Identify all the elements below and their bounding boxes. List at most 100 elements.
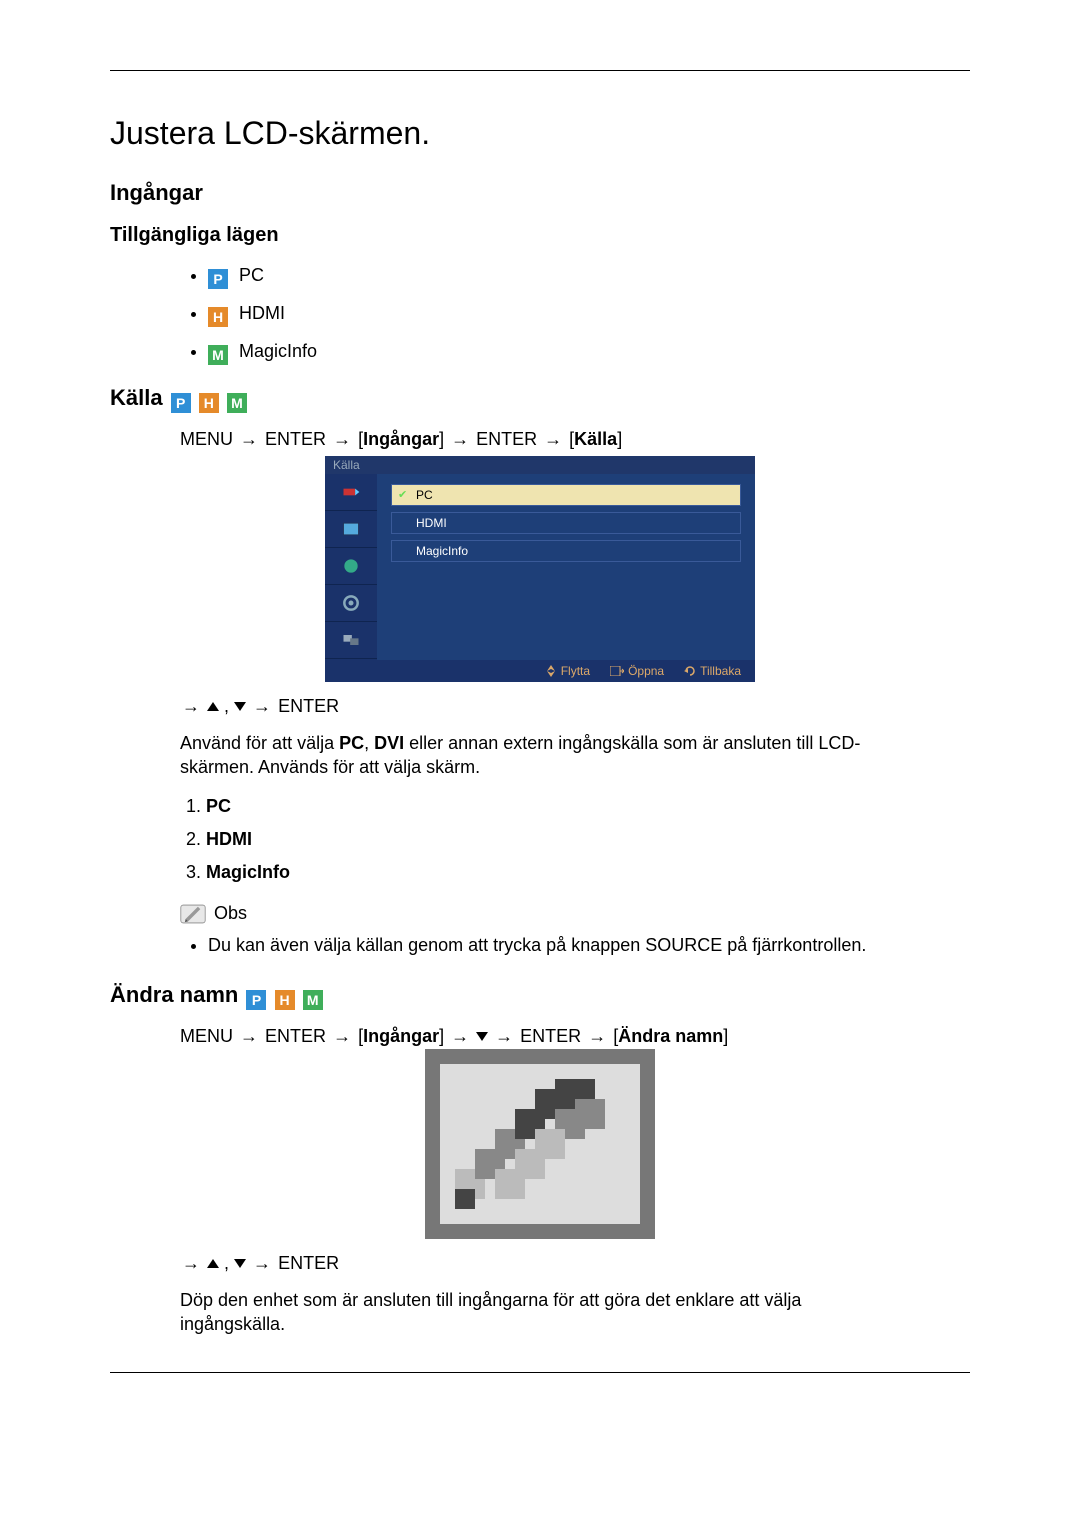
osd-foot-move-label: Flytta (561, 664, 590, 678)
m-icon: M (227, 393, 247, 413)
mode-hdmi: H HDMI (208, 303, 970, 327)
arrow-icon: → (449, 429, 471, 450)
triangle-up-icon (207, 702, 219, 711)
list-item: HDMI (206, 829, 970, 850)
osd-body: ✔ PC HDMI MagicInfo (325, 474, 755, 660)
check-icon: ✔ (398, 488, 407, 501)
h-icon: H (275, 990, 295, 1010)
source-description: Använd för att välja PC, DVI eller annan… (180, 731, 900, 780)
triangle-down-icon (234, 1259, 246, 1268)
arrow-icon: → (180, 696, 202, 717)
path-andra: Ändra namn (618, 1026, 723, 1046)
note-heading: Obs (180, 901, 970, 927)
osd-foot-open: Öppna (610, 664, 664, 678)
arrow-icon: → (251, 1253, 273, 1274)
mode-list: P PC H HDMI M MagicInfo (110, 265, 970, 365)
note-list: Du kan även välja källan genom att tryck… (110, 935, 970, 956)
option-hdmi: HDMI (206, 829, 252, 849)
triangle-down-icon (234, 702, 246, 711)
arrow-icon: → (542, 429, 564, 450)
osd-row-hdmi: HDMI (391, 512, 741, 534)
path-kalla: Källa (574, 429, 617, 449)
nav-enter: ENTER (278, 1253, 339, 1273)
menu-path-1: MENU → ENTER → [Ingångar] → ENTER → [Käl… (180, 429, 970, 450)
document-page: Justera LCD-skärmen. Ingångar Tillgängli… (0, 0, 1080, 1527)
mode-hdmi-label: HDMI (239, 303, 285, 323)
option-magicinfo: MagicInfo (206, 862, 290, 882)
osd-footer: Flytta Öppna Tillbaka (325, 660, 755, 682)
osd-main-area: ✔ PC HDMI MagicInfo (377, 474, 755, 660)
p-icon: P (171, 393, 191, 413)
osd-title: Källa (325, 456, 755, 474)
osd-row-magicinfo-label: MagicInfo (416, 544, 468, 558)
arrow-icon: → (238, 429, 260, 450)
osd-tab-setup-icon (325, 585, 377, 622)
txt-dvi: DVI (374, 733, 404, 753)
nav-enter: ENTER (278, 696, 339, 716)
osd-panel: Källa (325, 456, 755, 682)
osd-row-pc: ✔ PC (391, 484, 741, 506)
top-rule (110, 70, 970, 71)
note-item: Du kan även välja källan genom att tryck… (208, 935, 970, 956)
path-ingangar: Ingångar (363, 429, 439, 449)
mode-magicinfo: M MagicInfo (208, 341, 970, 365)
osd-foot-move: Flytta (545, 664, 590, 678)
subsection-modes: Tillgängliga lägen (110, 224, 970, 247)
option-pc: PC (206, 796, 231, 816)
mode-pc-label: PC (239, 265, 264, 285)
osd-screenshot: Källa (110, 456, 970, 682)
osd-row-hdmi-label: HDMI (416, 516, 447, 530)
triangle-up-icon (207, 1259, 219, 1268)
list-item: PC (206, 796, 970, 817)
osd-tab-multi-icon (325, 622, 377, 659)
arrow-icon: → (586, 1026, 608, 1047)
p-icon: P (246, 990, 266, 1010)
note-label: Obs (214, 903, 247, 924)
arrow-icon: → (449, 1026, 471, 1047)
pencil-note-icon (180, 901, 206, 927)
arrow-icon: → (331, 1026, 353, 1047)
arrow-icon: → (493, 1026, 515, 1047)
txt: Använd för att välja (180, 733, 339, 753)
page-title: Justera LCD-skärmen. (110, 115, 970, 152)
pencil-pixel-icon (425, 1049, 655, 1239)
path-enter: ENTER (520, 1026, 581, 1046)
path-enter: ENTER (265, 429, 326, 449)
arrow-icon: → (180, 1253, 202, 1274)
osd-foot-open-label: Öppna (628, 664, 664, 678)
osd-tab-column (325, 474, 377, 660)
path-enter: ENTER (265, 1026, 326, 1046)
rename-illustration (110, 1049, 970, 1239)
rename-description: Döp den enhet som är ansluten till ingån… (180, 1288, 900, 1337)
source-heading-row: Källa P H M (110, 385, 970, 413)
nav-hint-2: → , → ENTER (180, 1253, 970, 1274)
osd-row-magicinfo: MagicInfo (391, 540, 741, 562)
list-item: MagicInfo (206, 862, 970, 883)
osd-tab-picture-icon (325, 511, 377, 548)
path-ingangar: Ingångar (363, 1026, 439, 1046)
h-icon: H (199, 393, 219, 413)
rename-heading: Ändra namn (110, 982, 238, 1007)
osd-foot-back: Tillbaka (684, 664, 741, 678)
source-heading: Källa (110, 385, 163, 410)
triangle-down-icon (476, 1032, 488, 1041)
osd-tab-sound-icon (325, 548, 377, 585)
m-icon: M (208, 345, 228, 365)
txt-pc: PC (339, 733, 364, 753)
path-enter: ENTER (476, 429, 537, 449)
mode-magicinfo-label: MagicInfo (239, 341, 317, 361)
path-menu: MENU (180, 429, 233, 449)
osd-foot-back-label: Tillbaka (700, 664, 741, 678)
bottom-rule (110, 1372, 970, 1373)
h-icon: H (208, 307, 228, 327)
nav-hint-1: → , → ENTER (180, 696, 970, 717)
osd-row-pc-label: PC (416, 488, 433, 502)
source-option-list: PC HDMI MagicInfo (180, 796, 970, 883)
osd-tab-input-icon (325, 474, 377, 511)
arrow-icon: → (251, 696, 273, 717)
menu-path-2: MENU → ENTER → [Ingångar] → → ENTER → [Ä… (180, 1026, 970, 1047)
arrow-icon: → (331, 429, 353, 450)
mode-pc: P PC (208, 265, 970, 289)
rename-heading-row: Ändra namn P H M (110, 982, 970, 1010)
section-inputs: Ingångar (110, 180, 970, 206)
